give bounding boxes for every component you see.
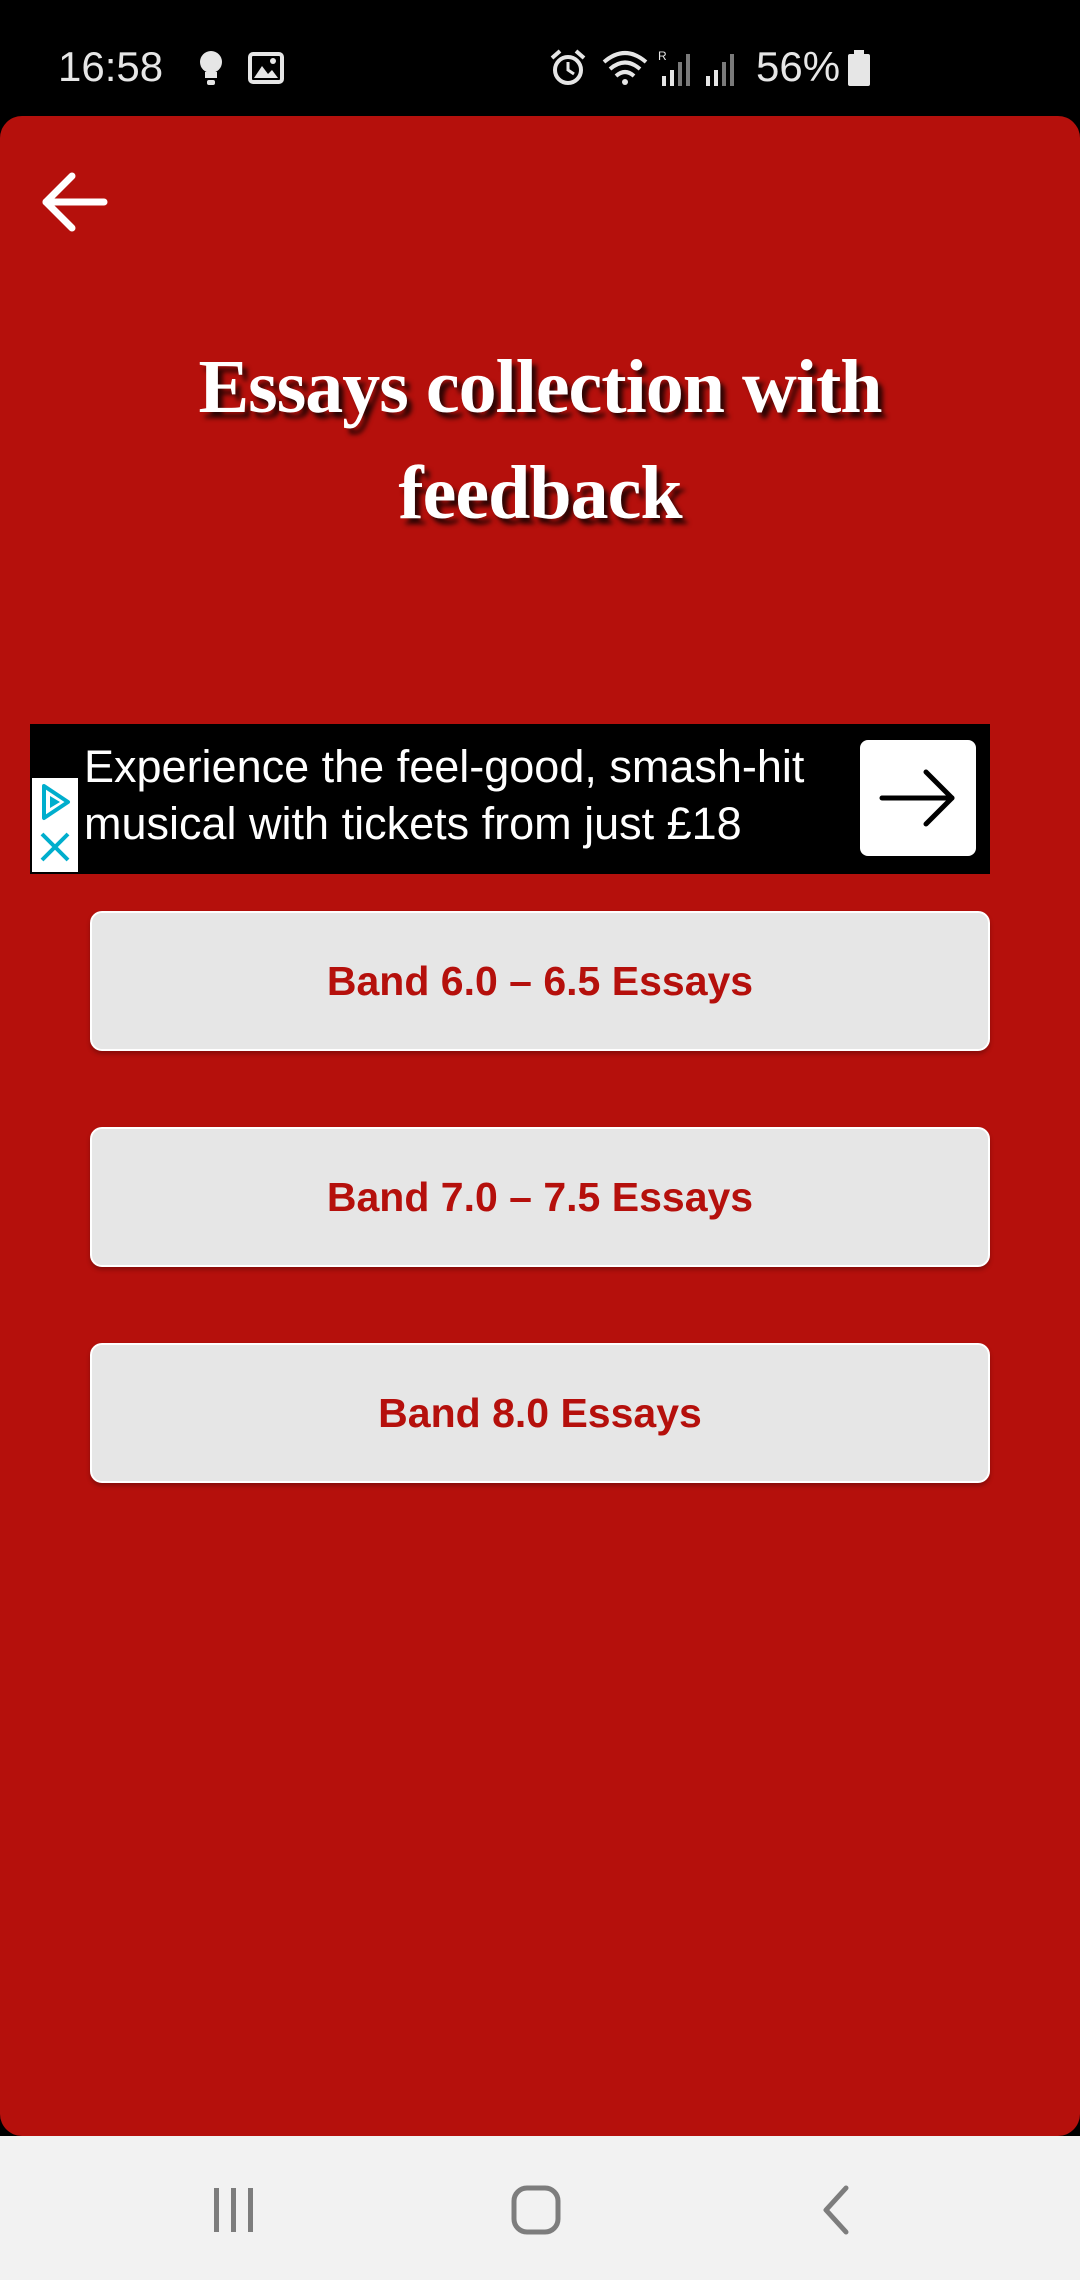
arrow-left-icon[interactable]: [36, 162, 116, 242]
image-icon: [248, 52, 284, 84]
ad-badge: [32, 778, 78, 872]
recent-apps-icon[interactable]: [204, 2180, 264, 2240]
band-7-essays-button[interactable]: Band 7.0 – 7.5 Essays: [90, 1127, 990, 1267]
app-content: Essays collection with feedback Experien…: [0, 116, 1080, 2136]
alarm-icon: [550, 49, 586, 85]
battery-icon: [848, 50, 870, 86]
band-6-essays-button[interactable]: Band 6.0 – 6.5 Essays: [90, 911, 990, 1051]
wifi-icon: [602, 51, 648, 85]
close-icon[interactable]: [38, 828, 72, 866]
band-8-essays-button[interactable]: Band 8.0 Essays: [90, 1343, 990, 1483]
navigation-bar: [0, 2136, 1080, 2280]
signal-roaming-icon: R: [658, 49, 690, 86]
bulb-icon: [200, 51, 222, 85]
svg-text:R: R: [658, 49, 667, 63]
ad-banner[interactable]: Experience the feel-good, smash-hit musi…: [30, 724, 990, 874]
status-time: 16:58: [58, 43, 164, 90]
page-title: Essays collection with feedback: [198, 345, 882, 535]
home-icon[interactable]: [506, 2180, 566, 2240]
ad-text[interactable]: Experience the feel-good, smash-hit musi…: [84, 738, 894, 852]
arrow-right-icon: [879, 769, 955, 827]
battery-percent: 56%: [756, 43, 841, 90]
signal-icon: [706, 54, 734, 86]
chevron-left-icon[interactable]: [808, 2180, 868, 2240]
adchoices-icon[interactable]: [36, 782, 74, 822]
status-bar: 16:58 R 56%: [0, 0, 1080, 116]
ad-cta-button[interactable]: [860, 740, 976, 856]
